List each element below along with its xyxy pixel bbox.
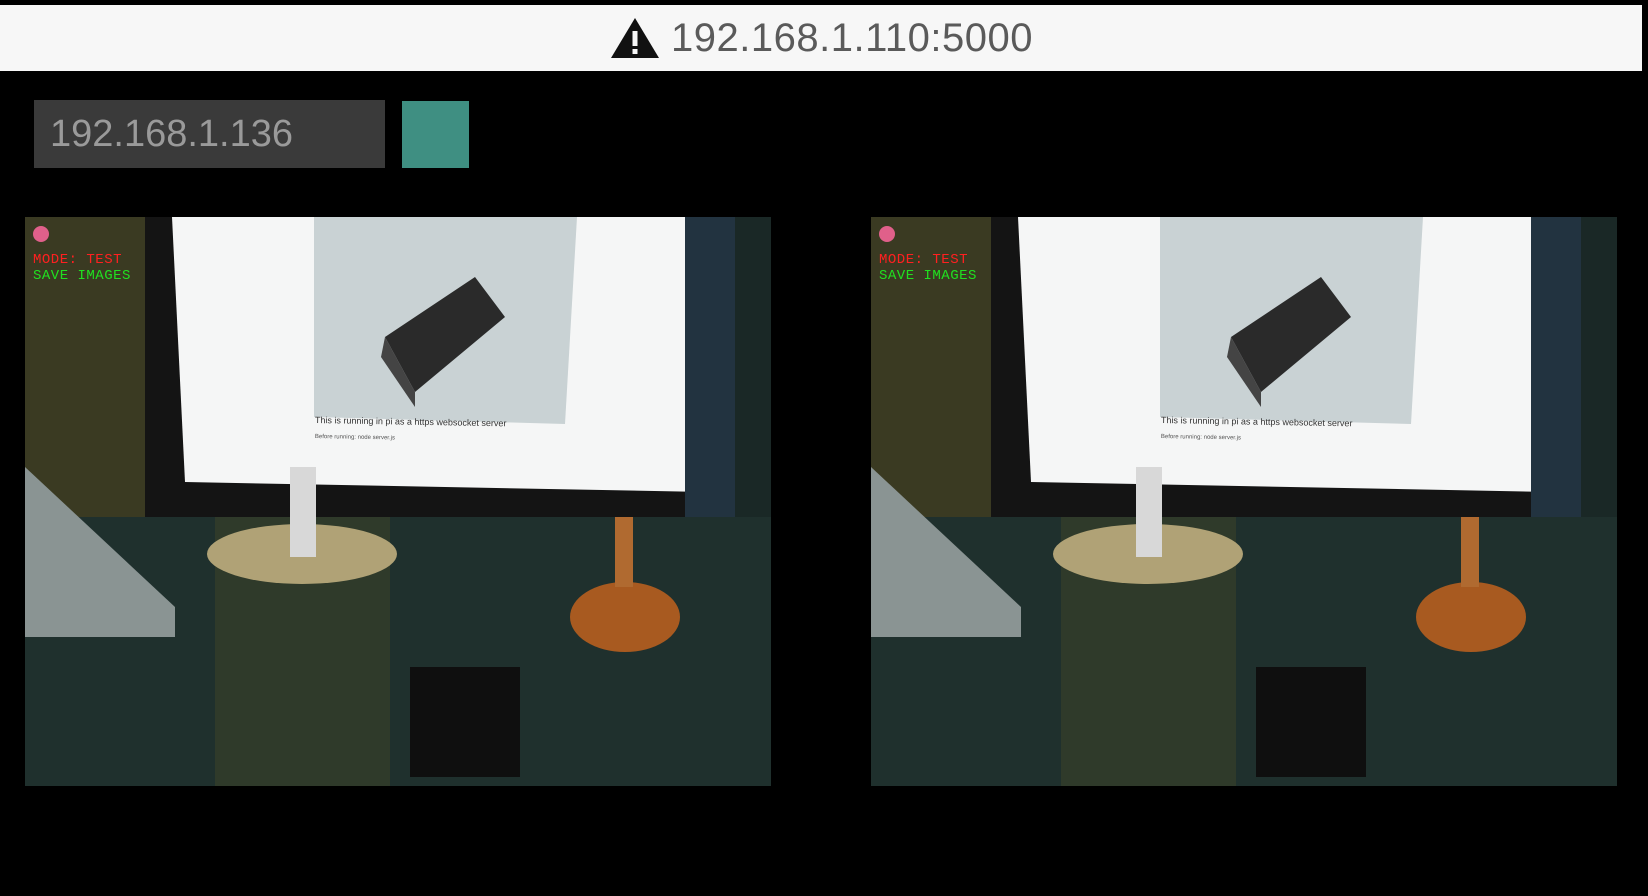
warning-triangle-icon — [611, 18, 660, 58]
mode-label-right: MODE: TEST — [879, 252, 969, 268]
ip-address-input[interactable] — [34, 100, 385, 168]
hud-overlay-left: MODE: TEST SAVE IMAGES — [33, 225, 131, 284]
address-bar-content: 192.168.1.110:5000 — [609, 16, 1033, 61]
save-images-label-left: SAVE IMAGES — [33, 268, 131, 284]
mode-label-left: MODE: TEST — [33, 252, 123, 268]
record-dot-right — [879, 226, 895, 242]
record-dot-left — [33, 226, 49, 242]
camera-feed-left — [25, 217, 771, 786]
stereo-view-left: This is running in pi as a https websock… — [25, 217, 771, 786]
stereo-view-right: This is running in pi as a https websock… — [871, 217, 1617, 786]
address-bar[interactable]: 192.168.1.110:5000 — [0, 5, 1642, 71]
url-text[interactable]: 192.168.1.110:5000 — [671, 16, 1033, 61]
save-images-label-right: SAVE IMAGES — [879, 268, 977, 284]
hud-overlay-right: MODE: TEST SAVE IMAGES — [879, 225, 977, 284]
connect-button[interactable] — [402, 101, 469, 168]
camera-feed-right — [871, 217, 1617, 786]
